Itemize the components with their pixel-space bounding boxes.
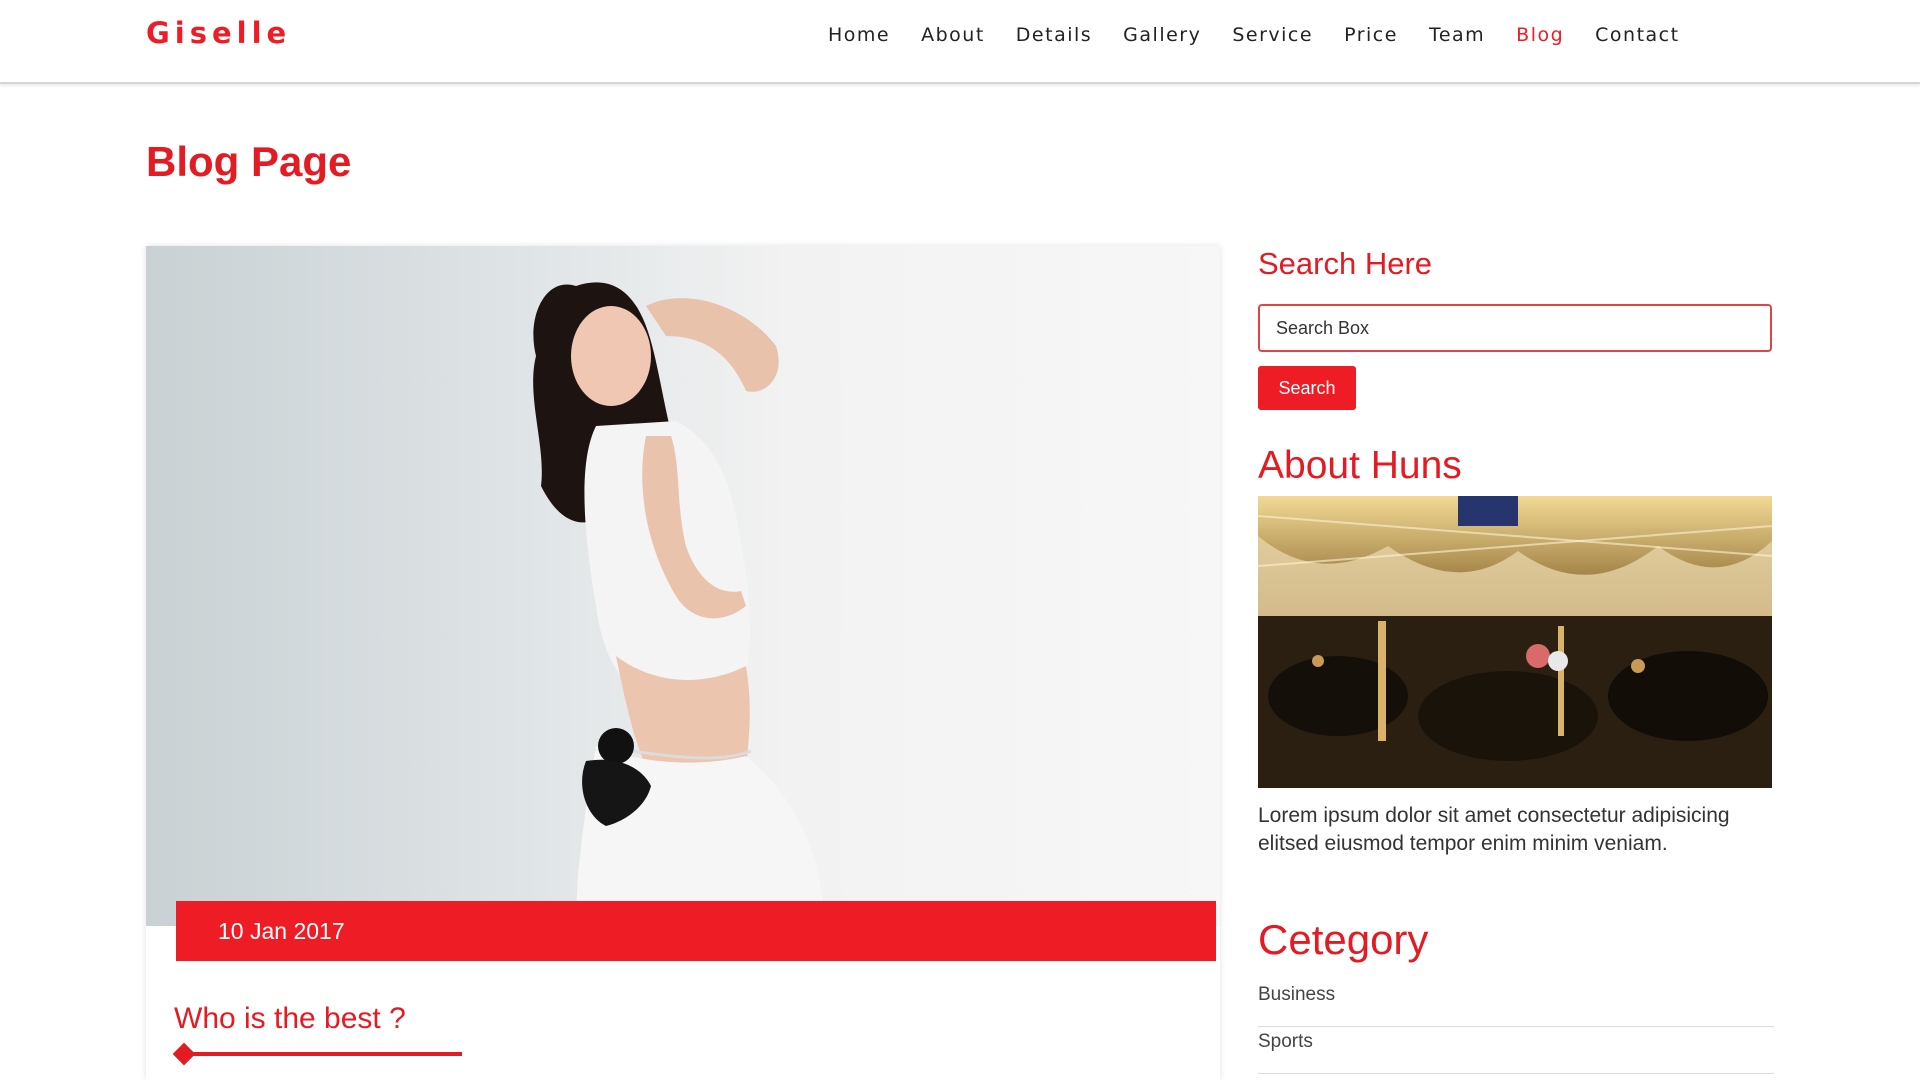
- nav-item-contact[interactable]: Contact: [1595, 24, 1679, 46]
- about-image: [1258, 496, 1772, 788]
- post-photo-illustration: [533, 282, 826, 926]
- nav-item-blog[interactable]: Blog: [1516, 24, 1564, 46]
- nav-item-team[interactable]: Team: [1429, 24, 1485, 46]
- post-date: 10 Jan 2017: [218, 918, 345, 944]
- divider-diamond-icon: [172, 1042, 196, 1066]
- category-list: Business Sports: [1258, 980, 1774, 1074]
- blog-post-card: 10 Jan 2017 Who is the best ?: [146, 246, 1220, 1080]
- navbar: Giselle Home About Details Gallery Servi…: [0, 0, 1920, 84]
- nav-item-service[interactable]: Service: [1232, 24, 1313, 46]
- search-button[interactable]: Search: [1258, 366, 1356, 410]
- category-item-business[interactable]: Business: [1258, 980, 1774, 1027]
- nav-menu: Home About Details Gallery Service Price…: [828, 24, 1711, 46]
- post-title[interactable]: Who is the best ?: [174, 1002, 406, 1036]
- search-input[interactable]: [1258, 304, 1772, 352]
- brand-logo[interactable]: Giselle: [146, 16, 291, 50]
- post-title-divider: [176, 1052, 462, 1056]
- nav-item-details[interactable]: Details: [1016, 24, 1092, 46]
- category-heading: Cetegory: [1258, 916, 1429, 963]
- post-date-bar: 10 Jan 2017: [176, 901, 1216, 961]
- search-heading: Search Here: [1258, 246, 1433, 281]
- category-item-sports[interactable]: Sports: [1258, 1027, 1774, 1074]
- about-heading: About Huns: [1258, 444, 1462, 487]
- event-hall-illustration: [1258, 496, 1772, 788]
- about-text: Lorem ipsum dolor sit amet consectetur a…: [1258, 804, 1730, 855]
- nav-item-home[interactable]: Home: [828, 24, 890, 46]
- page-title: Blog Page: [146, 138, 352, 185]
- nav-item-gallery[interactable]: Gallery: [1123, 24, 1201, 46]
- nav-item-price[interactable]: Price: [1344, 24, 1398, 46]
- nav-item-about[interactable]: About: [921, 24, 985, 46]
- post-image: [146, 246, 1220, 926]
